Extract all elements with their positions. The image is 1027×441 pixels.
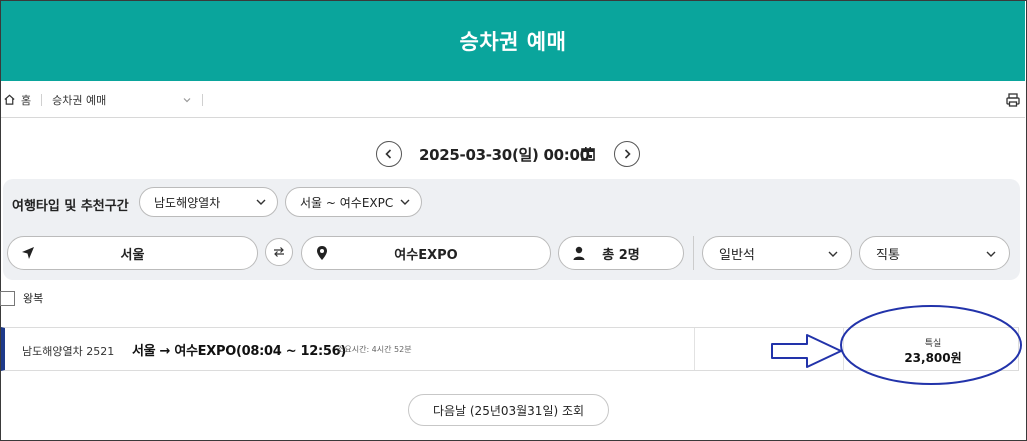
transfer-select[interactable]: 직통 <box>859 236 1010 270</box>
chevron-down-icon <box>985 248 997 260</box>
travel-type-select[interactable]: 남도해양열차 <box>139 187 278 217</box>
chevron-left-icon <box>385 149 392 159</box>
next-date-button[interactable] <box>614 141 640 167</box>
arrival-field[interactable]: 여수EXPO <box>301 236 551 270</box>
next-day-label: 다음날 (25년03월31일) 조회 <box>432 403 585 418</box>
calendar-icon[interactable] <box>580 146 596 162</box>
passenger-field[interactable]: 총 2명 <box>558 236 684 270</box>
next-day-search-button[interactable]: 다음날 (25년03월31일) 조회 <box>408 394 609 426</box>
route-value: 서울 ~ 여수EXPC <box>300 195 394 210</box>
date-selector: 2025-03-30(일) 00:00 <box>0 140 1027 168</box>
seat-price[interactable]: 23,800원 <box>843 349 1023 366</box>
location-arrow-icon <box>20 245 36 261</box>
chevron-down-icon <box>255 196 267 208</box>
travel-type-value: 남도해양열차 <box>154 195 221 210</box>
person-icon <box>571 245 587 261</box>
breadcrumb-current[interactable]: 승차권 예매 <box>52 92 182 108</box>
seat-class-select[interactable]: 일반석 <box>702 236 852 270</box>
breadcrumb-divider <box>41 93 43 106</box>
train-name: 남도해양열차 2521 <box>22 345 115 358</box>
breadcrumb: 홈 승차권 예매 <box>1 82 1025 118</box>
home-icon[interactable] <box>3 93 17 107</box>
card-divider <box>694 328 695 370</box>
print-icon[interactable] <box>1005 92 1021 108</box>
seat-type-label[interactable]: 특실 <box>843 336 1023 349</box>
prev-date-button[interactable] <box>376 141 402 167</box>
breadcrumb-home[interactable]: 홈 <box>21 92 31 108</box>
chevron-down-icon <box>399 196 411 208</box>
roundtrip-label: 왕복 <box>23 292 44 305</box>
train-result-row[interactable]: 남도해양열차 2521 서울 → 여수EXPO(08:04 ~ 12:56) 소… <box>1 327 1019 371</box>
departure-value: 서울 <box>120 247 145 263</box>
panel-divider <box>693 236 694 270</box>
train-duration: 소요시간: 4시간 52분 <box>337 345 412 354</box>
roundtrip-option[interactable]: 왕복 <box>0 289 43 307</box>
transfer-value: 직통 <box>876 247 900 263</box>
travel-type-label: 여행타입 및 추천구간 <box>12 199 129 214</box>
chevron-right-icon <box>624 149 631 159</box>
chevron-down-icon <box>827 248 839 260</box>
swap-icon <box>274 247 284 257</box>
passenger-value: 총 2명 <box>602 247 640 263</box>
swap-stations-button[interactable] <box>265 238 293 266</box>
selected-date[interactable]: 2025-03-30(일) 00:00 <box>419 144 590 165</box>
train-route: 서울 → 여수EXPO(08:04 ~ 12:56) <box>132 344 347 359</box>
chevron-down-icon[interactable] <box>182 94 194 106</box>
arrival-value: 여수EXPO <box>394 247 458 263</box>
page-header: 승차권 예매 <box>1 1 1025 81</box>
roundtrip-checkbox[interactable] <box>0 290 15 306</box>
route-select[interactable]: 서울 ~ 여수EXPC <box>285 187 422 217</box>
page-title: 승차권 예매 <box>459 30 567 54</box>
breadcrumb-divider <box>202 93 204 106</box>
seat-class-value: 일반석 <box>719 247 755 263</box>
map-pin-icon <box>314 245 330 261</box>
departure-field[interactable]: 서울 <box>7 236 258 270</box>
